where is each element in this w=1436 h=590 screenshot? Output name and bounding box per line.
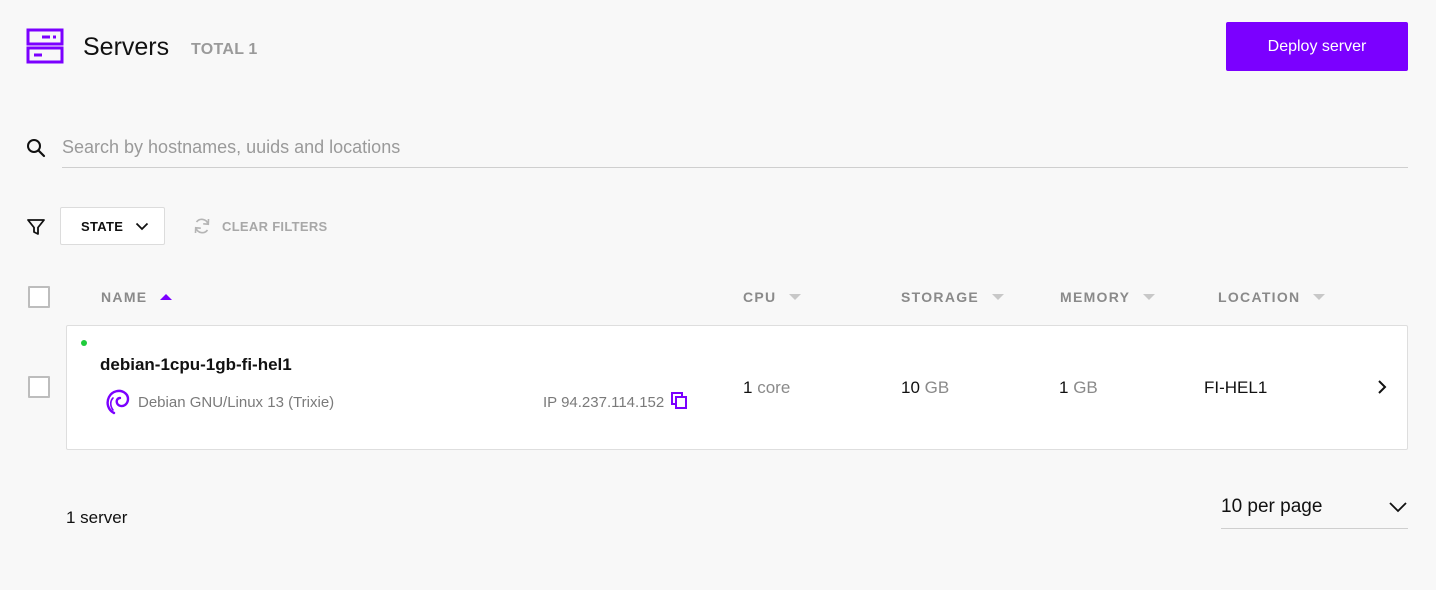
chevron-down-icon: [136, 222, 149, 230]
cpu-cell: 1 core: [743, 378, 790, 398]
total-label: TOTAL: [191, 41, 245, 58]
column-header-cpu-label: CPU: [743, 289, 777, 305]
refresh-icon: [194, 218, 210, 234]
server-count: 1 server: [66, 508, 128, 527]
memory-value: 1: [1059, 378, 1069, 397]
column-header-storage-label: STORAGE: [901, 289, 980, 305]
sort-arrow-down-icon: [1313, 294, 1326, 300]
chevron-right-icon[interactable]: [1374, 378, 1390, 396]
column-header-memory[interactable]: MEMORY: [1060, 289, 1156, 305]
sort-arrow-down-icon: [992, 294, 1005, 300]
server-ip: IP 94.237.114.152: [543, 394, 665, 411]
column-header-name-label: NAME: [101, 289, 148, 305]
column-header-storage[interactable]: STORAGE: [901, 289, 1005, 305]
cpu-unit: core: [757, 378, 791, 397]
storage-unit: GB: [924, 378, 950, 397]
servers-icon: [26, 28, 64, 64]
state-filter-label: STATE: [81, 218, 124, 234]
per-page-value: 10 per page: [1221, 496, 1323, 517]
debian-logo-icon: [106, 389, 130, 415]
storage-cell: 10 GB: [901, 378, 949, 398]
filter-icon[interactable]: [26, 217, 46, 237]
clear-filters-label: CLEAR FILTERS: [222, 218, 328, 234]
search-icon: [27, 139, 46, 158]
select-all-checkbox[interactable]: [28, 286, 50, 308]
column-header-location[interactable]: LOCATION: [1218, 289, 1326, 305]
memory-unit: GB: [1073, 378, 1098, 397]
clear-filters-button[interactable]: CLEAR FILTERS: [192, 216, 328, 236]
storage-value: 10: [901, 378, 920, 397]
search-input[interactable]: [62, 128, 1408, 168]
state-filter-dropdown[interactable]: STATE: [60, 207, 165, 245]
total-count: TOTAL 1: [191, 41, 258, 59]
per-page-select[interactable]: 10 per page: [1221, 486, 1408, 529]
deploy-server-button[interactable]: Deploy server: [1226, 22, 1408, 71]
server-os: Debian GNU/Linux 13 (Trixie): [138, 394, 335, 411]
column-header-name[interactable]: NAME: [101, 289, 173, 305]
sort-arrow-up-icon: [160, 294, 173, 300]
page-title: Servers: [83, 33, 170, 61]
status-indicator: [81, 340, 87, 346]
sort-arrow-down-icon: [789, 294, 802, 300]
server-hostname[interactable]: debian-1cpu-1gb-fi-hel1: [100, 355, 292, 375]
column-header-location-label: LOCATION: [1218, 289, 1301, 305]
sort-arrow-down-icon: [1143, 294, 1156, 300]
copy-icon[interactable]: [670, 391, 688, 409]
chevron-down-icon: [1389, 502, 1407, 513]
cpu-value: 1: [743, 378, 753, 397]
memory-cell: 1 GB: [1059, 378, 1098, 398]
column-header-memory-label: MEMORY: [1060, 289, 1131, 305]
row-checkbox[interactable]: [28, 376, 50, 398]
column-header-cpu[interactable]: CPU: [743, 289, 802, 305]
total-value: 1: [248, 41, 258, 58]
location-cell: FI-HEL1: [1204, 378, 1268, 397]
